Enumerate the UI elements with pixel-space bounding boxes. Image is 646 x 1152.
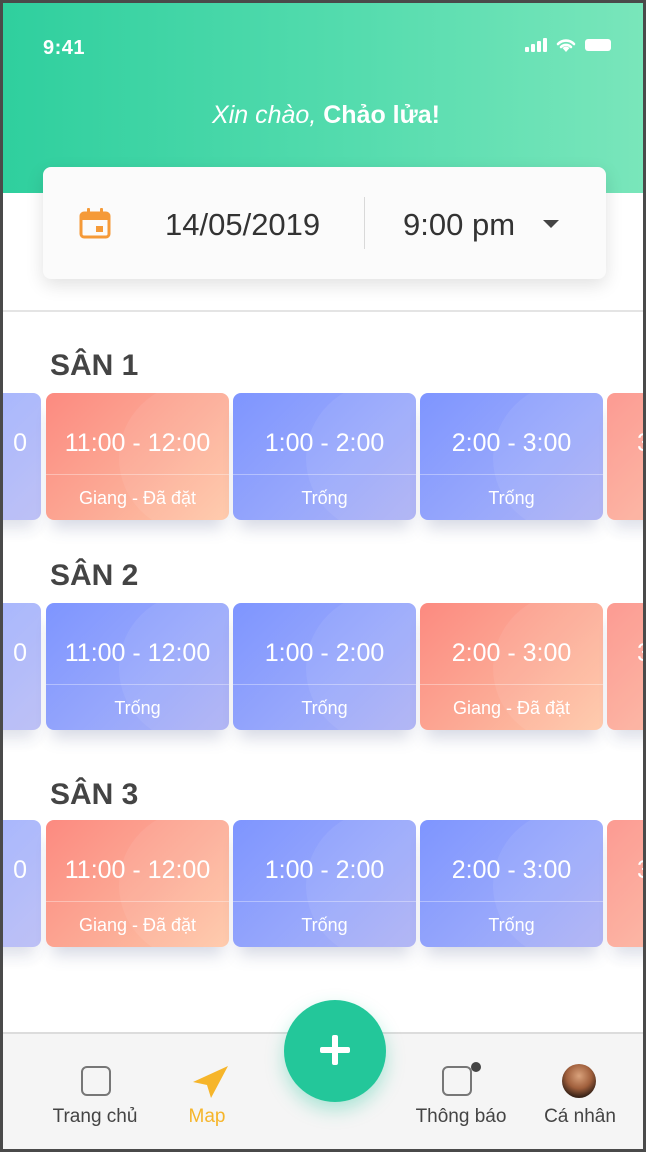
slot-time: 0 (13, 856, 27, 884)
court-title: SÂN 1 (50, 349, 139, 382)
picker-divider (364, 197, 365, 249)
status-icons (525, 37, 611, 53)
slot-card[interactable]: 11:00 - 12:00 Trống (46, 603, 229, 730)
slot-card[interactable]: 11:00 - 12:00 Giang - Đã đặt (46, 820, 229, 947)
slot-card[interactable]: 1:00 - 2:00 Trống (233, 393, 416, 520)
slot-time: 0 (13, 639, 27, 667)
greeting: Xin chào, Chảo lửa! (3, 101, 643, 130)
divider (3, 310, 643, 312)
slot-card[interactable]: 0 (3, 393, 41, 520)
navigation-arrow-icon (193, 1066, 228, 1098)
slot-row-court-1: 0 11:00 - 12:00 Giang - Đã đặt 1:00 - 2:… (3, 393, 643, 553)
tab-label: Thông báo (415, 1106, 507, 1127)
header-banner: 9:41 Xin chào, Chảo lửa! (3, 3, 643, 193)
slot-status: Giang - Đã đặt (452, 698, 571, 718)
home-icon (81, 1066, 111, 1096)
tab-map[interactable]: Map (147, 1034, 267, 1149)
slot-card[interactable]: 11:00 - 12:00 Giang - Đã đặt (46, 393, 229, 520)
slot-card[interactable]: 3 (607, 603, 643, 730)
date-field[interactable]: 14/05/2019 (165, 207, 320, 243)
slot-time: 11:00 - 12:00 (64, 639, 211, 667)
greeting-prefix: Xin chào, (212, 101, 324, 129)
slot-card[interactable]: 3 (607, 393, 643, 520)
slot-status: Giang - Đã đặt (78, 915, 197, 935)
court-title: SÂN 2 (50, 559, 139, 592)
battery-icon (585, 39, 611, 51)
slot-time: 3 (607, 856, 643, 885)
slot-card[interactable]: 3 (607, 820, 643, 947)
slot-card[interactable]: 1:00 - 2:00 Trống (233, 820, 416, 947)
notification-icon (442, 1066, 472, 1096)
tab-label: Trang chủ (52, 1106, 138, 1127)
slot-time: 1:00 - 2:00 (264, 429, 385, 457)
notification-dot-icon (471, 1062, 481, 1072)
avatar (562, 1064, 596, 1098)
wifi-icon (556, 39, 576, 52)
slot-status: Trống (488, 915, 535, 935)
slot-time: 2:00 - 3:00 (451, 429, 572, 457)
slot-card[interactable]: 0 (3, 820, 41, 947)
tab-label: Cá nhân (544, 1106, 616, 1127)
tab-profile[interactable]: Cá nhân (520, 1034, 640, 1149)
court-title: SÂN 3 (50, 778, 139, 811)
status-time: 9:41 (43, 37, 86, 59)
slot-card[interactable]: 2:00 - 3:00 Trống (420, 820, 603, 947)
slot-card[interactable]: 1:00 - 2:00 Trống (233, 603, 416, 730)
slot-card[interactable]: 2:00 - 3:00 Giang - Đã đặt (420, 603, 603, 730)
slot-status: Trống (301, 698, 348, 718)
slot-time: 11:00 - 12:00 (64, 856, 211, 884)
slot-card[interactable]: 0 (3, 603, 41, 730)
slot-row-court-3: 0 11:00 - 12:00 Giang - Đã đặt 1:00 - 2:… (3, 820, 643, 980)
slot-time: 3 (607, 639, 643, 668)
slot-status: Trống (301, 915, 348, 935)
slot-time: 3 (607, 429, 643, 458)
time-field[interactable]: 9:00 pm (403, 207, 515, 243)
slot-time: 2:00 - 3:00 (451, 639, 572, 667)
slot-time: 0 (13, 429, 27, 457)
tab-home[interactable]: Trang chủ (35, 1034, 155, 1149)
add-booking-button[interactable] (284, 1000, 386, 1102)
slot-status: Trống (301, 488, 348, 508)
slot-status: Trống (114, 698, 161, 718)
status-bar: 9:41 (3, 3, 643, 93)
signal-icon (525, 38, 547, 52)
date-time-picker: 14/05/2019 9:00 pm (43, 167, 606, 279)
calendar-icon[interactable] (79, 207, 111, 239)
tab-notifications[interactable]: Thông báo (401, 1034, 521, 1149)
tab-label: Map (188, 1106, 226, 1127)
slot-time: 11:00 - 12:00 (64, 429, 211, 457)
slot-row-court-2: 0 11:00 - 12:00 Trống 1:00 - 2:00 Trống … (3, 603, 643, 763)
slot-time: 2:00 - 3:00 (451, 856, 572, 884)
greeting-name: Chảo lửa! (323, 101, 440, 129)
app-screen: 9:41 Xin chào, Chảo lửa! 14/05/2019 9:00… (0, 0, 646, 1152)
slot-status: Trống (488, 488, 535, 508)
slot-status: Giang - Đã đặt (78, 488, 197, 508)
chevron-down-icon[interactable] (543, 220, 559, 228)
slot-time: 1:00 - 2:00 (264, 639, 385, 667)
slot-card[interactable]: 2:00 - 3:00 Trống (420, 393, 603, 520)
slot-time: 1:00 - 2:00 (264, 856, 385, 884)
